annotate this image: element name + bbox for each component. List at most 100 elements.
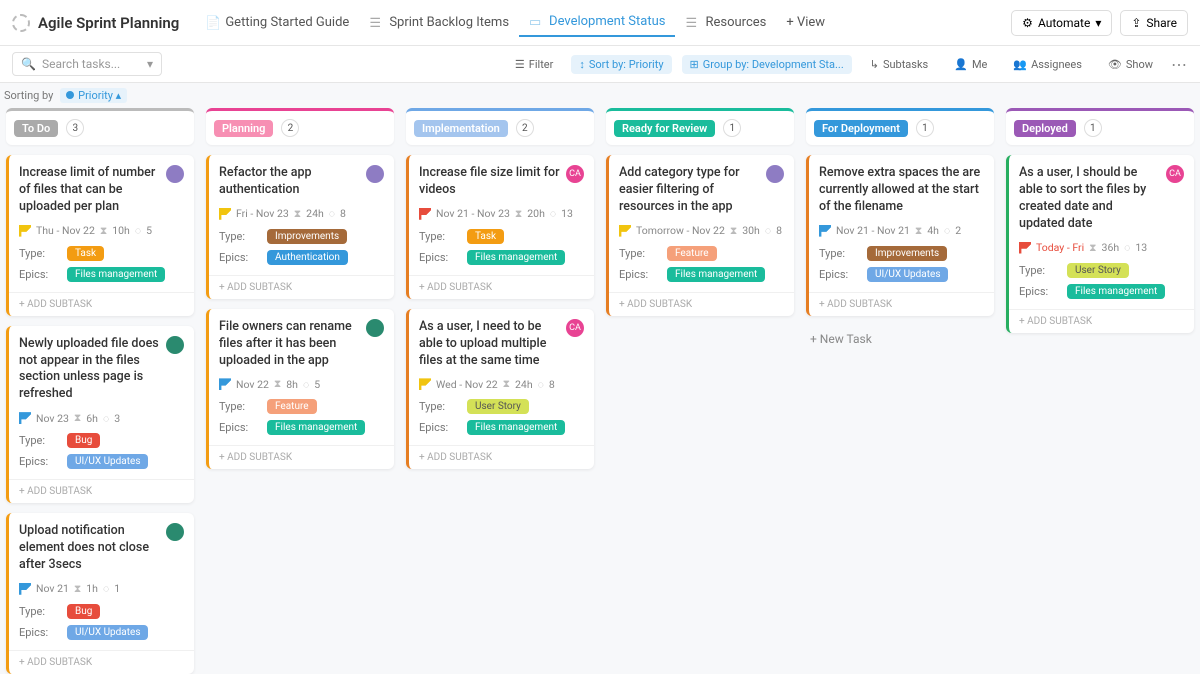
- task-card[interactable]: As a user, I should be able to sort the …: [1006, 155, 1194, 333]
- assignees-button[interactable]: 👥Assignees: [1005, 55, 1090, 74]
- epic-tag[interactable]: Files management: [1067, 284, 1165, 299]
- task-card[interactable]: File owners can rename files after it ha…: [206, 309, 394, 470]
- field-label: Epics:: [819, 268, 857, 281]
- priority-flag-icon[interactable]: [419, 208, 431, 220]
- me-button[interactable]: 👤Me: [946, 55, 995, 74]
- automate-button[interactable]: ⚙ Automate ▾: [1011, 10, 1112, 36]
- show-button[interactable]: 👁Show: [1100, 55, 1161, 74]
- priority-flag-icon[interactable]: [219, 378, 231, 390]
- new-task-button[interactable]: + New Task: [806, 326, 994, 352]
- avatar[interactable]: [366, 165, 384, 183]
- share-button[interactable]: ⇪ Share: [1120, 10, 1188, 36]
- add-subtask-button[interactable]: + ADD SUBTASK: [409, 445, 594, 469]
- task-hours: 10h: [112, 224, 130, 237]
- tab-getting-started[interactable]: 📄 Getting Started Guide: [195, 9, 359, 36]
- add-subtask-button[interactable]: + ADD SUBTASK: [9, 479, 194, 503]
- search-input[interactable]: 🔍 Search tasks... ▾: [12, 52, 162, 76]
- column-header[interactable]: For Deployment1: [806, 108, 994, 145]
- type-tag[interactable]: User Story: [467, 399, 529, 414]
- field-label: Epics:: [19, 455, 57, 468]
- priority-flag-icon[interactable]: [819, 225, 831, 237]
- list-icon: ☰: [369, 16, 383, 30]
- epic-tag[interactable]: UI/UX Updates: [67, 454, 148, 469]
- epic-tag[interactable]: UI/UX Updates: [867, 267, 948, 282]
- epics-row: Epics: Files management: [419, 420, 584, 435]
- task-card[interactable]: Increase limit of number of files that c…: [6, 155, 194, 316]
- tab-development-status[interactable]: ▭ Development Status: [519, 8, 675, 37]
- type-tag[interactable]: Feature: [667, 246, 717, 261]
- sort-button[interactable]: ↕Sort by: Priority: [571, 55, 671, 74]
- subtask-icon: ◌: [765, 224, 771, 237]
- epic-tag[interactable]: UI/UX Updates: [67, 625, 148, 640]
- column-header[interactable]: Deployed1: [1006, 108, 1194, 145]
- avatar[interactable]: CA: [566, 165, 584, 183]
- epic-tag[interactable]: Files management: [467, 250, 565, 265]
- column-header[interactable]: Implementation2: [406, 108, 594, 145]
- add-subtask-button[interactable]: + ADD SUBTASK: [409, 275, 594, 299]
- add-subtask-button[interactable]: + ADD SUBTASK: [609, 292, 794, 316]
- avatar[interactable]: CA: [1166, 165, 1184, 183]
- avatar[interactable]: [166, 165, 184, 183]
- task-card[interactable]: Add category type for easier filtering o…: [606, 155, 794, 316]
- add-subtask-button[interactable]: + ADD SUBTASK: [1009, 309, 1194, 333]
- column-header[interactable]: Ready for Review1: [606, 108, 794, 145]
- avatar[interactable]: CA: [566, 319, 584, 337]
- task-title: Newly uploaded file does not appear in t…: [19, 336, 160, 404]
- type-tag[interactable]: Improvements: [267, 229, 347, 244]
- type-tag[interactable]: Bug: [67, 604, 100, 619]
- priority-flag-icon[interactable]: [1019, 242, 1031, 254]
- avatar[interactable]: [166, 336, 184, 354]
- type-tag[interactable]: Improvements: [867, 246, 947, 261]
- task-meta: Nov 21 - Nov 23 ⧗20h ◌13: [419, 207, 584, 221]
- task-date: Nov 21 - Nov 21: [836, 224, 910, 237]
- priority-flag-icon[interactable]: [19, 225, 31, 237]
- priority-flag-icon[interactable]: [19, 583, 31, 595]
- epic-tag[interactable]: Authentication: [267, 250, 348, 265]
- type-row: Type: Task: [19, 246, 184, 261]
- type-tag[interactable]: User Story: [1067, 263, 1129, 278]
- task-title: Increase limit of number of files that c…: [19, 165, 160, 216]
- avatar[interactable]: [166, 523, 184, 541]
- add-subtask-button[interactable]: + ADD SUBTASK: [809, 292, 994, 316]
- add-subtask-button[interactable]: + ADD SUBTASK: [209, 275, 394, 299]
- tab-label: Development Status: [549, 14, 665, 29]
- add-subtask-button[interactable]: + ADD SUBTASK: [9, 650, 194, 674]
- task-card[interactable]: Refactor the app authentication Fri - No…: [206, 155, 394, 299]
- priority-flag-icon[interactable]: [419, 378, 431, 390]
- add-subtask-button[interactable]: + ADD SUBTASK: [209, 445, 394, 469]
- subtasks-button[interactable]: ↳Subtasks: [862, 55, 937, 74]
- column-header[interactable]: Planning2: [206, 108, 394, 145]
- task-card[interactable]: As a user, I need to be able to upload m…: [406, 309, 594, 470]
- sort-chip[interactable]: Priority ▴: [60, 88, 127, 103]
- type-tag[interactable]: Task: [467, 229, 504, 244]
- gear-icon: ⚙: [1022, 16, 1033, 30]
- tab-add-view[interactable]: + View: [776, 9, 835, 36]
- priority-flag-icon[interactable]: [219, 208, 231, 220]
- tab-sprint-backlog[interactable]: ☰ Sprint Backlog Items: [359, 9, 519, 36]
- task-card[interactable]: Newly uploaded file does not appear in t…: [6, 326, 194, 504]
- avatar[interactable]: [366, 319, 384, 337]
- task-card[interactable]: Remove extra spaces the are currently al…: [806, 155, 994, 316]
- field-label: Epics:: [19, 268, 57, 281]
- filter-button[interactable]: ☰Filter: [507, 55, 561, 74]
- task-hours: 1h: [86, 582, 98, 595]
- add-subtask-button[interactable]: + ADD SUBTASK: [9, 292, 194, 316]
- priority-flag-icon[interactable]: [19, 412, 31, 424]
- type-tag[interactable]: Bug: [67, 433, 100, 448]
- column-header[interactable]: To Do3: [6, 108, 194, 145]
- epic-tag[interactable]: Files management: [67, 267, 165, 282]
- task-card[interactable]: Increase file size limit for videos CA N…: [406, 155, 594, 299]
- type-tag[interactable]: Task: [67, 246, 104, 261]
- avatar[interactable]: [766, 165, 784, 183]
- epic-tag[interactable]: Files management: [267, 420, 365, 435]
- epic-tag[interactable]: Files management: [467, 420, 565, 435]
- epic-tag[interactable]: Files management: [667, 267, 765, 282]
- type-tag[interactable]: Feature: [267, 399, 317, 414]
- tab-resources[interactable]: ☰ Resources: [675, 9, 776, 36]
- task-subcount: 8: [549, 378, 555, 391]
- priority-flag-icon[interactable]: [619, 225, 631, 237]
- task-card[interactable]: Upload notification element does not clo…: [6, 513, 194, 674]
- eye-icon: 👁: [1108, 58, 1122, 71]
- more-menu[interactable]: ⋯: [1171, 55, 1188, 74]
- group-button[interactable]: ⊞Group by: Development Sta...: [682, 55, 852, 74]
